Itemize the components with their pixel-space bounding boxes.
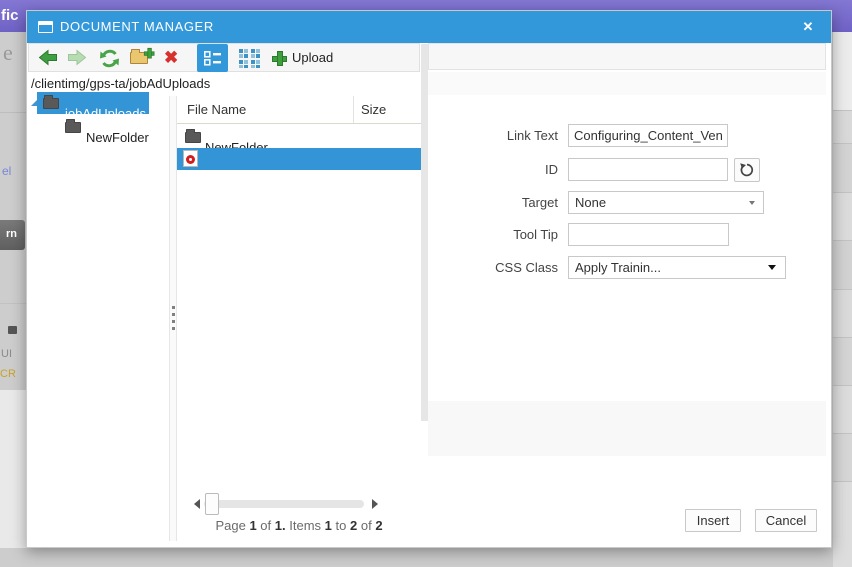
pager-status: Page 1 of 1. Items 1 to 2 of 2 — [215, 518, 383, 533]
background-divider — [0, 303, 26, 304]
column-divider — [353, 96, 354, 123]
tree-item-newfolder[interactable]: NewFolder — [65, 116, 169, 145]
background-text-fragment: e — [3, 40, 13, 65]
tree-item-jobaduploads[interactable]: jobAdUploads — [37, 92, 149, 121]
back-icon[interactable] — [37, 49, 58, 66]
upload-label[interactable]: Upload — [292, 44, 333, 72]
background-row — [833, 110, 852, 143]
id-refresh-button[interactable] — [734, 158, 760, 182]
link-text-input[interactable] — [568, 124, 728, 147]
dropdown-arrow-icon — [768, 265, 776, 270]
refresh-icon[interactable] — [98, 48, 121, 69]
background-row — [833, 32, 852, 110]
background-row — [833, 433, 852, 481]
pdf-icon — [183, 150, 198, 167]
link-text-label: Link Text — [506, 128, 558, 143]
panel-divider — [421, 44, 428, 421]
tool-tip-label: Tool Tip — [513, 227, 558, 242]
background-row — [833, 192, 852, 240]
folder-icon — [43, 95, 59, 109]
cancel-button[interactable]: Cancel — [755, 509, 817, 532]
dialog-titlebar[interactable]: DOCUMENT MANAGER ✕ — [27, 11, 831, 43]
upload-plus-icon — [272, 51, 287, 66]
scrollbar-thumb[interactable] — [205, 493, 219, 515]
folder-icon — [185, 129, 201, 143]
css-class-label: CSS Class — [495, 260, 558, 275]
column-header-file-name[interactable]: File Name — [187, 96, 246, 124]
id-refresh-icon — [740, 163, 754, 177]
right-panel-toolbar-area — [428, 43, 826, 70]
background-button-label: rn — [6, 228, 17, 240]
id-label: ID — [545, 162, 558, 177]
delete-icon[interactable]: ✖ — [164, 47, 178, 69]
target-dropdown[interactable]: None — [568, 191, 764, 214]
scrollbar-track[interactable] — [204, 500, 364, 508]
dropdown-arrow-icon — [749, 201, 755, 205]
background-divider — [0, 112, 26, 113]
target-value: None — [575, 195, 607, 210]
file-row-selected[interactable]: Configuring_Content_Vendor 66797 — [177, 148, 421, 183]
file-list-header: File Name Size — [177, 96, 421, 124]
scrollbar-right-arrow[interactable] — [372, 499, 378, 509]
upload-button[interactable] — [272, 51, 287, 66]
folder-icon — [65, 119, 81, 133]
right-panel-strip — [428, 72, 826, 95]
background-left-panel — [0, 390, 26, 548]
id-input[interactable] — [568, 158, 728, 181]
window-icon — [38, 21, 53, 33]
scrollbar-left-arrow[interactable] — [194, 499, 200, 509]
background-text-fragment: CR — [0, 368, 16, 380]
file-toolbar: ✖ Upload — [28, 43, 420, 72]
background-dark-button: rn — [0, 220, 25, 250]
file-size: 66797 — [357, 168, 394, 183]
tree-item-label: NewFolder — [86, 130, 149, 145]
list-view-icon — [204, 51, 221, 66]
right-panel-lower-strip — [428, 401, 826, 456]
css-class-value: Apply Trainin... — [575, 260, 661, 275]
background-text-fragment: UI — [1, 348, 12, 360]
close-icon[interactable]: ✕ — [799, 18, 817, 36]
background-row — [833, 240, 852, 289]
forward-icon[interactable] — [67, 49, 88, 66]
list-view-button[interactable] — [197, 44, 228, 72]
background-link-fragment: el — [2, 164, 12, 178]
document-manager-dialog: DOCUMENT MANAGER ✕ ✖ Upload /clientimg/g… — [26, 10, 832, 548]
background-row — [833, 481, 852, 567]
insert-button[interactable]: Insert — [685, 509, 741, 532]
background-row — [833, 143, 852, 192]
tool-tip-input[interactable] — [568, 223, 729, 246]
column-header-size[interactable]: Size — [361, 96, 386, 124]
background-row — [833, 385, 852, 433]
file-list-panel: File Name Size NewFolder Configuring_Con… — [177, 96, 421, 541]
target-label: Target — [521, 195, 558, 210]
file-row-newfolder[interactable]: NewFolder — [177, 126, 421, 155]
css-class-dropdown[interactable]: Apply Trainin... — [568, 256, 786, 279]
background-text-fragment: fic — [1, 7, 19, 24]
background-row — [833, 337, 852, 385]
background-row — [833, 289, 852, 337]
dialog-title: DOCUMENT MANAGER — [60, 19, 214, 34]
new-folder-icon[interactable] — [130, 47, 155, 64]
grid-view-icon[interactable] — [239, 49, 260, 68]
splitter-handle — [172, 306, 175, 309]
file-name: Configuring_Content_Vendor — [205, 168, 353, 183]
panel-splitter[interactable] — [169, 96, 177, 541]
background-small-icon — [8, 326, 17, 334]
